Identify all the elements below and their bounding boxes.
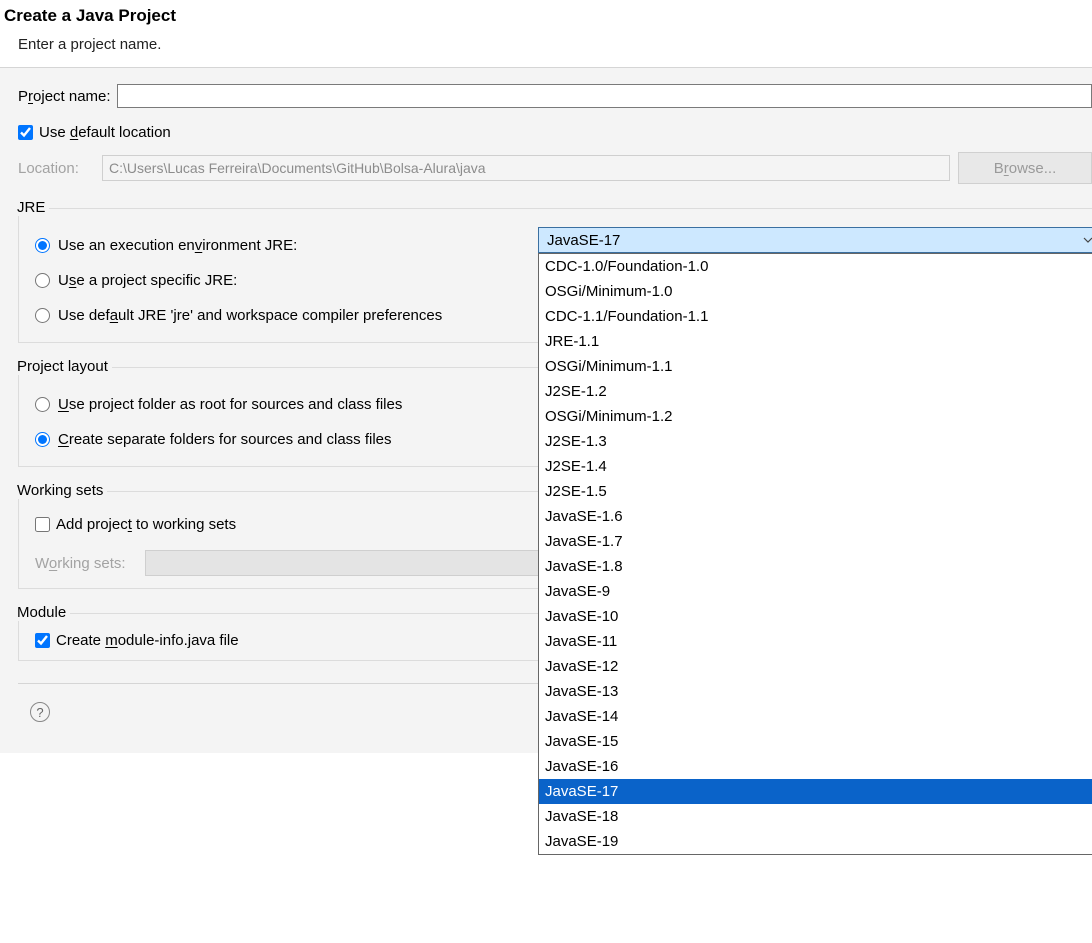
dialog-header: Create a Java Project Enter a project na… bbox=[0, 0, 1092, 67]
use-default-location-checkbox[interactable]: Use default location bbox=[18, 124, 171, 141]
module-info-label: Create module-info.java file bbox=[56, 632, 239, 649]
jre-combo-button[interactable]: JavaSE-17 bbox=[538, 227, 1092, 253]
jre-option[interactable]: JavaSE-15 bbox=[539, 729, 1092, 754]
project-layout-legend: Project layout bbox=[17, 358, 112, 375]
layout-separate-input[interactable] bbox=[35, 432, 50, 447]
jre-option[interactable]: JavaSE-10 bbox=[539, 604, 1092, 629]
jre-option[interactable]: JavaSE-13 bbox=[539, 679, 1092, 704]
jre-dropdown-list[interactable]: CDC-1.0/Foundation-1.0OSGi/Minimum-1.0CD… bbox=[538, 253, 1092, 855]
add-to-working-sets-label: Add project to working sets bbox=[56, 516, 236, 533]
jre-option[interactable]: JavaSE-1.6 bbox=[539, 504, 1092, 529]
module-info-checkbox[interactable]: Create module-info.java file bbox=[35, 632, 239, 649]
jre-option[interactable]: JavaSE-16 bbox=[539, 754, 1092, 779]
jre-option[interactable]: J2SE-1.3 bbox=[539, 429, 1092, 454]
jre-option[interactable]: JavaSE-17 bbox=[539, 779, 1092, 804]
jre-option[interactable]: J2SE-1.2 bbox=[539, 379, 1092, 404]
jre-group: JRE Use an execution environment JRE: Ja… bbox=[18, 208, 1092, 343]
jre-option[interactable]: OSGi/Minimum-1.0 bbox=[539, 279, 1092, 304]
add-to-working-sets-checkbox[interactable]: Add project to working sets bbox=[35, 516, 236, 533]
jre-option[interactable]: JRE-1.1 bbox=[539, 329, 1092, 354]
project-name-row: Project name: bbox=[18, 84, 1092, 108]
jre-project-specific-input[interactable] bbox=[35, 273, 50, 288]
working-sets-label: Working sets: bbox=[35, 555, 137, 572]
dialog-subtitle: Enter a project name. bbox=[18, 36, 1088, 53]
jre-option[interactable]: CDC-1.0/Foundation-1.0 bbox=[539, 254, 1092, 279]
working-sets-legend: Working sets bbox=[17, 482, 107, 499]
jre-project-specific-label: Use a project specific JRE: bbox=[58, 272, 237, 289]
layout-root-label: Use project folder as root for sources a… bbox=[58, 396, 402, 413]
jre-option[interactable]: JavaSE-1.8 bbox=[539, 554, 1092, 579]
layout-root-input[interactable] bbox=[35, 397, 50, 412]
jre-default-label: Use default JRE 'jre' and workspace comp… bbox=[58, 307, 442, 324]
jre-combo[interactable]: JavaSE-17 CDC-1.0/Foundation-1.0OSGi/Min… bbox=[538, 227, 1092, 253]
project-name-input[interactable] bbox=[117, 84, 1092, 108]
dialog-content: Project name: Use default location Locat… bbox=[0, 68, 1092, 753]
jre-option[interactable]: JavaSE-12 bbox=[539, 654, 1092, 679]
dialog-title: Create a Java Project bbox=[4, 6, 1088, 26]
project-name-label: Project name: bbox=[18, 88, 111, 105]
module-info-input[interactable] bbox=[35, 633, 50, 648]
module-legend: Module bbox=[17, 604, 70, 621]
chevron-down-icon bbox=[1083, 235, 1092, 245]
jre-option[interactable]: JavaSE-14 bbox=[539, 704, 1092, 729]
jre-option[interactable]: CDC-1.1/Foundation-1.1 bbox=[539, 304, 1092, 329]
jre-option[interactable]: OSGi/Minimum-1.1 bbox=[539, 354, 1092, 379]
jre-legend: JRE bbox=[17, 199, 49, 216]
use-default-location-label: Use default location bbox=[39, 124, 171, 141]
jre-option[interactable]: JavaSE-9 bbox=[539, 579, 1092, 604]
add-to-working-sets-input[interactable] bbox=[35, 517, 50, 532]
jre-combo-value: JavaSE-17 bbox=[547, 232, 620, 249]
location-input bbox=[102, 155, 950, 181]
location-label: Location: bbox=[18, 160, 94, 177]
help-icon[interactable]: ? bbox=[30, 702, 50, 722]
location-row: Location: Browse... bbox=[18, 152, 1092, 184]
jre-exec-env-label: Use an execution environment JRE: bbox=[58, 237, 297, 254]
browse-button: Browse... bbox=[958, 152, 1092, 184]
jre-option[interactable]: JavaSE-18 bbox=[539, 804, 1092, 829]
jre-default-input[interactable] bbox=[35, 308, 50, 323]
use-default-location-input[interactable] bbox=[18, 125, 33, 140]
jre-option[interactable]: JavaSE-11 bbox=[539, 629, 1092, 654]
jre-option[interactable]: J2SE-1.4 bbox=[539, 454, 1092, 479]
jre-exec-env-input[interactable] bbox=[35, 238, 50, 253]
jre-option[interactable]: JavaSE-19 bbox=[539, 829, 1092, 854]
jre-option[interactable]: JavaSE-1.7 bbox=[539, 529, 1092, 554]
jre-option[interactable]: J2SE-1.5 bbox=[539, 479, 1092, 504]
jre-option[interactable]: OSGi/Minimum-1.2 bbox=[539, 404, 1092, 429]
layout-separate-label: Create separate folders for sources and … bbox=[58, 431, 392, 448]
